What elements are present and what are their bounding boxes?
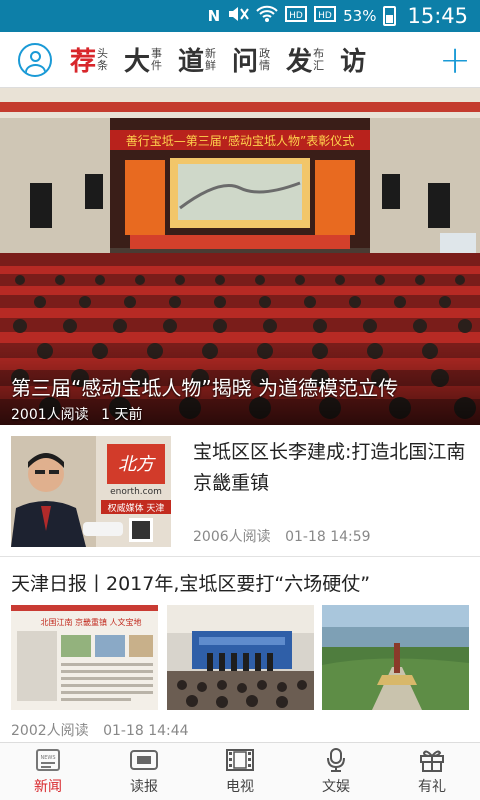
article-item-2[interactable]: 天津日报丨2017年,宝坻区要打“六场硬仗” 北国江南 京畿重镇 人文宝地 20… bbox=[0, 557, 480, 742]
article-1-title: 宝坻区区长李建成:打造北国江南 京畿重镇 bbox=[193, 441, 466, 494]
tab-fresh[interactable]: 道 新鲜 bbox=[178, 41, 216, 78]
newspaper-icon bbox=[129, 747, 159, 773]
plus-icon: + bbox=[439, 37, 471, 82]
nav-news[interactable]: NEWS 新闻 bbox=[0, 743, 96, 800]
hd-signal-icon-2: HD bbox=[314, 5, 337, 27]
thumb-site-text: enorth.com bbox=[110, 487, 162, 497]
tab-interview-big: 访 bbox=[340, 47, 367, 77]
nav-gift-label: 有礼 bbox=[418, 779, 446, 795]
article-2-title: 天津日报丨2017年,宝坻区要打“六场硬仗” bbox=[11, 573, 371, 595]
nav-tv-label: 电视 bbox=[226, 779, 254, 795]
hd-signal-icon: HD bbox=[285, 5, 308, 27]
nav-gift[interactable]: 有礼 bbox=[384, 743, 480, 800]
news-icon: NEWS bbox=[33, 747, 63, 773]
user-profile-button[interactable] bbox=[0, 32, 70, 88]
bottom-nav: NEWS 新闻 读报 电视 文娱 有礼 bbox=[0, 742, 480, 800]
tab-recommend-big: 荐 bbox=[70, 47, 97, 77]
nav-newspaper-label: 读报 bbox=[130, 779, 158, 795]
hero-title: 第三届“感动宝坻人物”揭晓 为道德模范立传 bbox=[11, 376, 399, 400]
tab-fresh-big: 道 bbox=[178, 47, 205, 77]
paper-headline: 北国江南 京畿重镇 人文宝地 bbox=[40, 617, 141, 627]
tab-fresh-small-top: 新 bbox=[205, 46, 217, 60]
article-item-1[interactable]: 北方 enorth.com 权威媒体 天津 宝坻区区长李建成:打造北国江南 京畿… bbox=[0, 425, 480, 557]
tab-politics-small-bottom: 情 bbox=[259, 58, 271, 72]
notification-n-icon: N bbox=[207, 7, 221, 25]
hero-read-count: 2001人阅读 bbox=[11, 407, 89, 423]
tab-interview[interactable]: 访 bbox=[340, 41, 366, 78]
tab-release-big: 发 bbox=[286, 47, 313, 77]
article-2-image-2 bbox=[166, 605, 314, 710]
tab-politics-big: 问 bbox=[232, 47, 259, 77]
tab-events[interactable]: 大 事件 bbox=[124, 41, 162, 78]
article-1-time: 01-18 14:59 bbox=[285, 529, 371, 545]
hero-meta: 2001人阅读 1 天前 bbox=[11, 404, 150, 424]
svg-text:HD: HD bbox=[289, 11, 303, 21]
tab-recommend-small-top: 头 bbox=[97, 46, 109, 60]
thumb-slogan-text: 权威媒体 天津 bbox=[108, 502, 165, 514]
thumb-logo-text: 北方 bbox=[118, 454, 156, 475]
tab-release-small-top: 布 bbox=[313, 46, 325, 60]
nav-entertainment[interactable]: 文娱 bbox=[288, 743, 384, 800]
article-1-meta: 2006人阅读 01-18 14:59 bbox=[193, 526, 381, 546]
tab-recommend-small-bottom: 条 bbox=[97, 58, 109, 72]
article-2-read-count: 2002人阅读 bbox=[11, 723, 89, 739]
article-1-read-count: 2006人阅读 bbox=[193, 529, 271, 545]
add-channel-button[interactable]: + bbox=[430, 32, 480, 88]
article-2-image-1: 北国江南 京畿重镇 人文宝地 bbox=[11, 605, 158, 710]
svg-text:NEWS: NEWS bbox=[40, 755, 55, 761]
channel-tabs: 荐 头条 大 事件 道 新鲜 问 政情 发 布汇 访 bbox=[70, 32, 430, 88]
nav-entertainment-label: 文娱 bbox=[322, 779, 350, 795]
article-2-images: 北国江南 京畿重镇 人文宝地 bbox=[11, 605, 469, 710]
battery-percent: 53% bbox=[343, 7, 377, 25]
article-2-image-3 bbox=[322, 605, 469, 710]
channel-bar: 荐 头条 大 事件 道 新鲜 问 政情 发 布汇 访 + bbox=[0, 32, 480, 88]
tab-release[interactable]: 发 布汇 bbox=[286, 41, 324, 78]
tab-recommend[interactable]: 荐 头条 bbox=[70, 41, 108, 78]
status-time: 15:45 bbox=[407, 4, 468, 28]
tab-politics-small-top: 政 bbox=[259, 46, 271, 60]
tab-release-small-bottom: 汇 bbox=[313, 58, 325, 72]
article-2-meta: 2002人阅读 01-18 14:44 bbox=[11, 720, 199, 740]
gift-icon bbox=[417, 747, 447, 773]
tab-events-small-top: 事 bbox=[151, 46, 163, 60]
article-1-thumbnail: 北方 enorth.com 权威媒体 天津 bbox=[11, 436, 171, 547]
svg-text:HD: HD bbox=[318, 11, 332, 21]
hero-time: 1 天前 bbox=[101, 407, 143, 423]
nav-tv[interactable]: 电视 bbox=[192, 743, 288, 800]
nav-news-label: 新闻 bbox=[34, 779, 62, 795]
tab-events-small-bottom: 件 bbox=[151, 58, 163, 72]
hero-article[interactable]: 善行宝坻—第三届“感动宝坻人物”表彰仪式 第三届“感动宝坻人物”揭晓 为道德模范… bbox=[0, 88, 480, 425]
tab-fresh-small-bottom: 鲜 bbox=[205, 58, 217, 72]
hero-banner-text: 善行宝坻—第三届“感动宝坻人物”表彰仪式 bbox=[126, 133, 354, 148]
microphone-icon bbox=[321, 747, 351, 773]
tv-icon bbox=[225, 747, 255, 773]
article-2-time: 01-18 14:44 bbox=[103, 723, 189, 739]
user-avatar-icon bbox=[18, 42, 52, 77]
battery-icon bbox=[383, 6, 397, 26]
wifi-icon bbox=[256, 5, 278, 27]
nav-newspaper[interactable]: 读报 bbox=[96, 743, 192, 800]
tab-events-big: 大 bbox=[124, 47, 151, 77]
mute-icon bbox=[227, 5, 249, 27]
status-bar: N HD HD 53% 15:45 bbox=[0, 0, 480, 32]
tab-politics[interactable]: 问 政情 bbox=[232, 41, 270, 78]
